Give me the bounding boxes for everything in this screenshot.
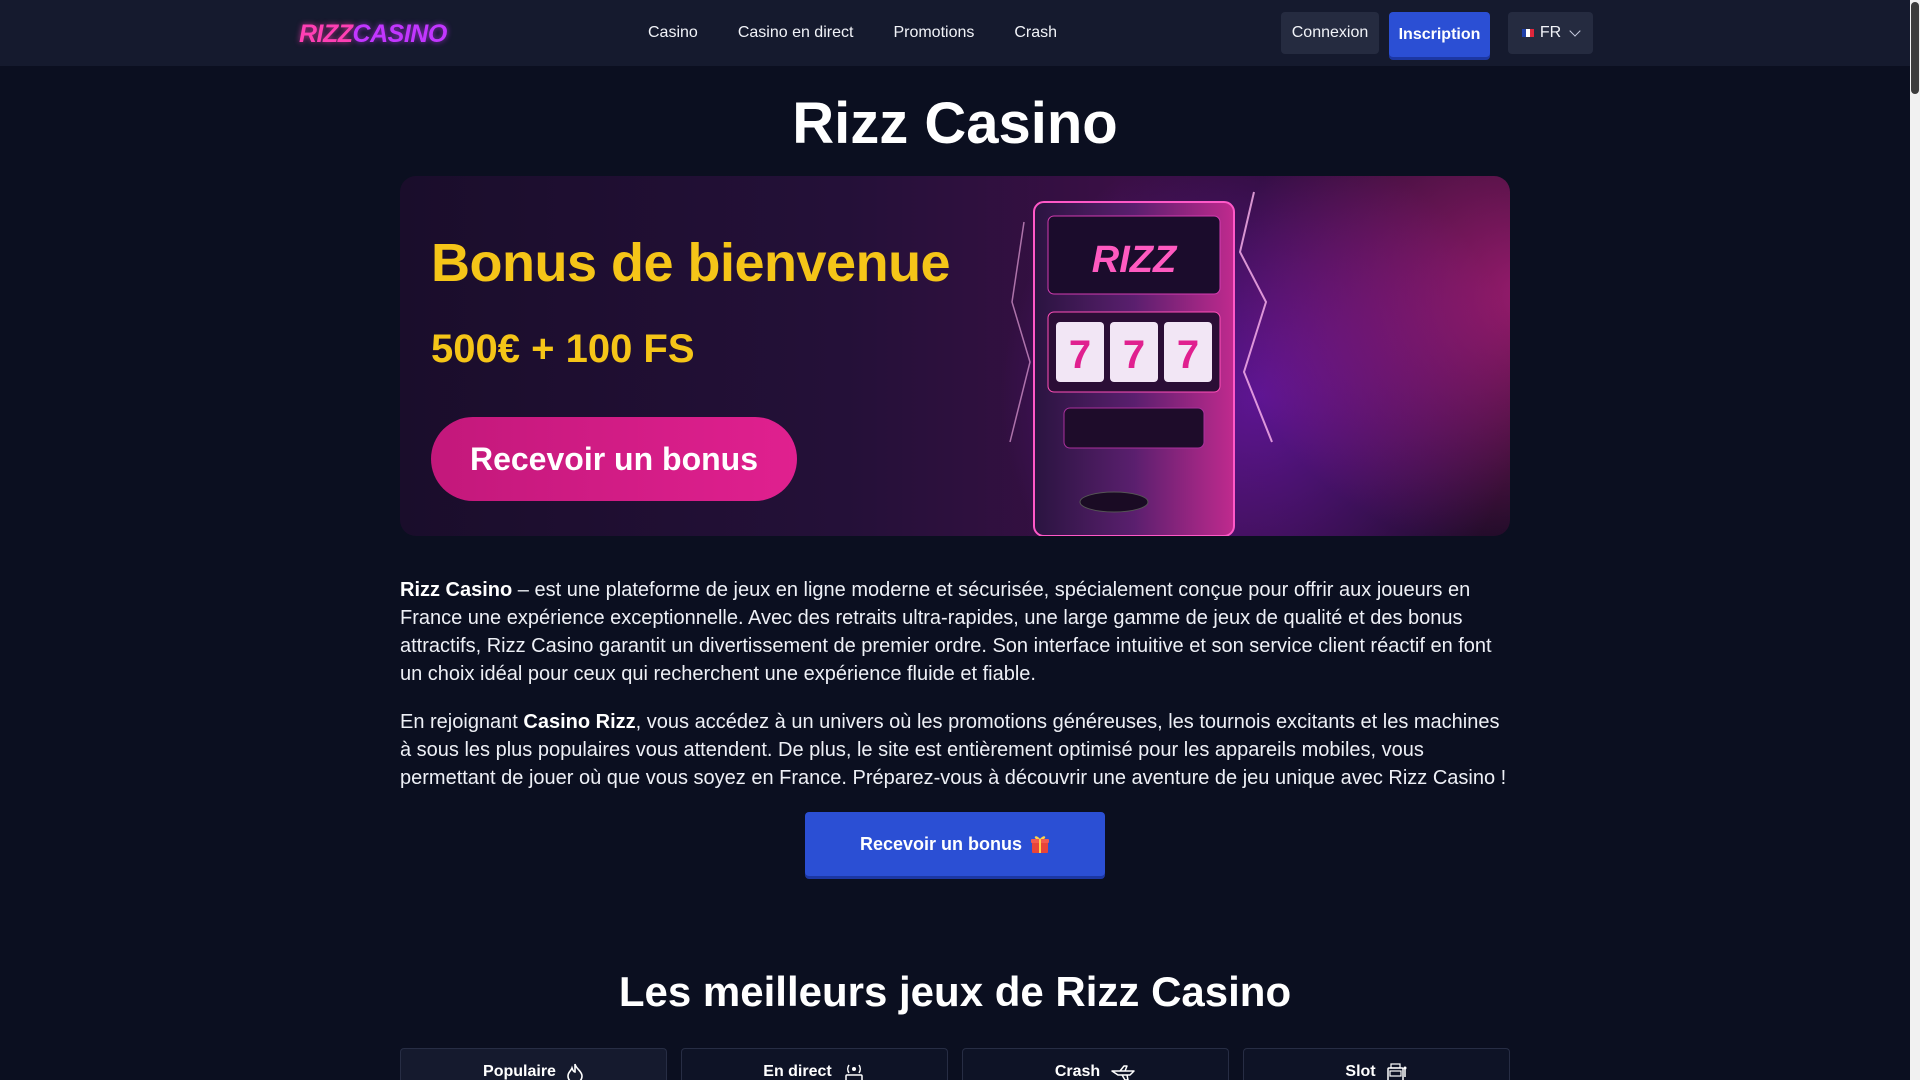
tab-label: En direct: [763, 1063, 832, 1080]
login-button[interactable]: Connexion: [1281, 12, 1379, 54]
tab-crash[interactable]: Crash: [962, 1048, 1229, 1080]
tab-label: Crash: [1054, 1063, 1101, 1080]
slot-machine-illustration: RIZZ 7 7 7: [1009, 191, 1273, 536]
nav-casino[interactable]: Casino: [648, 24, 698, 42]
games-tabs: Populaire En direct Crash Slot: [400, 1048, 1510, 1080]
nav-crash[interactable]: Crash: [1014, 24, 1057, 42]
tab-populaire[interactable]: Populaire: [400, 1048, 667, 1080]
machine-brand: RIZZ: [1092, 239, 1178, 281]
france-flag-icon: [1521, 29, 1534, 37]
second-prefix: En rejoignant: [400, 711, 524, 733]
intro-bold-name: Rizz Casino: [400, 579, 513, 601]
nav-promotions[interactable]: Promotions: [893, 24, 974, 42]
games-section-title: Les meilleurs jeux de Rizz Casino: [618, 968, 1292, 1015]
chevron-down-icon: [1569, 25, 1581, 37]
rizz-casino-logo[interactable]: RIZZCASINO: [299, 20, 447, 48]
cta-label: Recevoir un bonus: [859, 833, 1023, 854]
reel-3: 7: [1177, 333, 1199, 377]
reel-2: 7: [1123, 333, 1145, 377]
banner-bonus-amount: 500€ + 100 FS: [431, 327, 695, 371]
page-title: Rizz Casino: [792, 91, 1118, 156]
live-broadcast-icon: [844, 1064, 863, 1080]
second-bold-name: Casino Rizz: [523, 711, 636, 733]
reel-1: 7: [1069, 333, 1091, 377]
tab-label: Slot: [1345, 1063, 1376, 1080]
main-nav: Casino Casino en direct Promotions Crash: [648, 0, 1097, 66]
signup-button[interactable]: Inscription: [1389, 12, 1490, 57]
airplane-icon: [1111, 1065, 1135, 1080]
receive-bonus-button[interactable]: Recevoir un bonus: [805, 812, 1105, 876]
flame-icon: [567, 1063, 583, 1080]
site-header: RIZZCASINO Casino Casino en direct Promo…: [0, 0, 1910, 66]
scrollbar-track[interactable]: [1910, 0, 1920, 1080]
banner-title: Bonus de bienvenue: [431, 233, 951, 293]
language-selector[interactable]: FR: [1508, 12, 1593, 54]
welcome-bonus-banner[interactable]: RIZZ 7 7 7 Bonus de bienvenue 500€ + 100…: [400, 176, 1510, 536]
nav-casino-en-direct[interactable]: Casino en direct: [738, 24, 854, 42]
language-label: FR: [1539, 24, 1562, 41]
intro-text: – est une plateforme de jeux en ligne mo…: [400, 579, 1492, 685]
tab-slot[interactable]: Slot: [1243, 1048, 1510, 1080]
slot-machine-icon: [1386, 1063, 1407, 1080]
scrollbar-thumb[interactable]: [1911, 2, 1919, 94]
tab-en-direct[interactable]: En direct: [681, 1048, 948, 1080]
gift-icon: [1031, 836, 1050, 853]
intro-paragraph: Rizz Casino – est une plateforme de jeux…: [400, 576, 1512, 688]
tab-label: Populaire: [483, 1063, 556, 1080]
banner-bonus-button[interactable]: Recevoir un bonus: [431, 417, 797, 501]
second-paragraph: En rejoignant Casino Rizz, vous accédez …: [400, 708, 1512, 792]
